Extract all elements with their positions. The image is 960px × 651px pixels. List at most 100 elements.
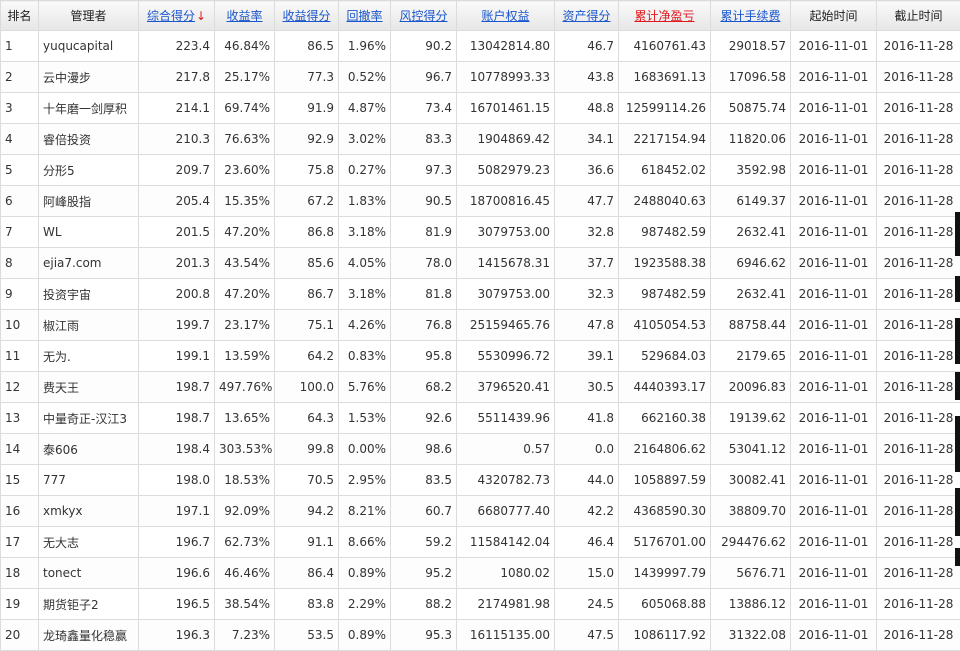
col-header-asset-score[interactable]: 资产得分 [555,1,619,31]
cell-fees: 19139.62 [711,403,791,434]
cell-end: 2016-11-28 [877,62,960,93]
cell-start: 2016-11-01 [791,558,877,589]
cell-drawdown: 0.00% [339,434,391,465]
col-header-rank: 排名 [1,1,39,31]
cell-fees: 2179.65 [711,341,791,372]
cell-total-score: 201.5 [139,217,215,248]
col-header-label: 排名 [7,9,31,23]
cell-drawdown: 4.26% [339,310,391,341]
cell-return-rate: 15.35% [215,186,275,217]
cell-end: 2016-11-28 [877,217,960,248]
table-row: 10椒江雨199.723.17%75.14.26%76.825159465.76… [1,310,960,341]
cell-equity: 2174981.98 [457,589,555,620]
cell-risk-score: 90.2 [391,31,457,62]
cell-return-rate: 47.20% [215,217,275,248]
col-header-label: 收益率 [226,9,262,23]
cell-end: 2016-11-28 [877,341,960,372]
cell-fees: 31322.08 [711,620,791,651]
cell-start: 2016-11-01 [791,155,877,186]
cell-drawdown: 8.66% [339,527,391,558]
cell-total-score: 196.3 [139,620,215,651]
col-header-drawdown[interactable]: 回撤率 [339,1,391,31]
col-header-return-score[interactable]: 收益得分 [275,1,339,31]
cell-drawdown: 1.96% [339,31,391,62]
cell-net-pnl: 4160761.43 [619,31,711,62]
cell-start: 2016-11-01 [791,496,877,527]
table-row: 4睿倍投资210.376.63%92.93.02%83.31904869.423… [1,124,960,155]
table-row: 3十年磨一剑厚积214.169.74%91.94.87%73.416701461… [1,93,960,124]
col-header-fees[interactable]: 累计手续费 [711,1,791,31]
cell-risk-score: 78.0 [391,248,457,279]
right-edge-clipped-content [954,0,960,648]
table-row: 16xmkyx197.192.09%94.28.21%60.76680777.4… [1,496,960,527]
cell-rank: 5 [1,155,39,186]
cell-rank: 13 [1,403,39,434]
cell-manager: 中量奇正-汉江3 [39,403,139,434]
cell-net-pnl: 605068.88 [619,589,711,620]
cell-start: 2016-11-01 [791,620,877,651]
cell-return-rate: 62.73% [215,527,275,558]
cell-equity: 5082979.23 [457,155,555,186]
sort-desc-arrow-icon: ↓ [196,9,206,23]
cell-return-rate: 23.17% [215,310,275,341]
cell-drawdown: 2.29% [339,589,391,620]
cell-risk-score: 81.8 [391,279,457,310]
table-row: 2云中漫步217.825.17%77.30.52%96.710778993.33… [1,62,960,93]
cell-equity: 1415678.31 [457,248,555,279]
table-row: 18tonect196.646.46%86.40.89%95.21080.021… [1,558,960,589]
cell-equity: 1080.02 [457,558,555,589]
col-header-start: 起始时间 [791,1,877,31]
col-header-label: 风控得分 [399,9,447,23]
cell-manager: 龙琦鑫量化稳赢 [39,620,139,651]
col-header-return-rate[interactable]: 收益率 [215,1,275,31]
col-header-total-score[interactable]: 综合得分↓ [139,1,215,31]
col-header-risk-score[interactable]: 风控得分 [391,1,457,31]
table-header: 排名管理者综合得分↓收益率收益得分回撤率风控得分账户权益资产得分累计净盈亏累计手… [1,1,960,31]
cell-rank: 2 [1,62,39,93]
cell-rank: 10 [1,310,39,341]
cell-manager: ejia7.com [39,248,139,279]
cell-fees: 17096.58 [711,62,791,93]
cell-end: 2016-11-28 [877,372,960,403]
cell-return-score: 99.8 [275,434,339,465]
cell-risk-score: 97.3 [391,155,457,186]
cell-return-score: 86.8 [275,217,339,248]
cell-rank: 17 [1,527,39,558]
cell-risk-score: 83.5 [391,465,457,496]
cell-end: 2016-11-28 [877,465,960,496]
cell-total-score: 200.8 [139,279,215,310]
cell-manager: 无为. [39,341,139,372]
cell-net-pnl: 2217154.94 [619,124,711,155]
cell-rank: 11 [1,341,39,372]
cell-equity: 25159465.76 [457,310,555,341]
cell-total-score: 197.1 [139,496,215,527]
table-row: 17无大志196.762.73%91.18.66%59.211584142.04… [1,527,960,558]
cell-net-pnl: 987482.59 [619,217,711,248]
cell-drawdown: 3.18% [339,279,391,310]
cell-rank: 6 [1,186,39,217]
cell-risk-score: 76.8 [391,310,457,341]
cell-return-rate: 46.84% [215,31,275,62]
cell-equity: 16701461.15 [457,93,555,124]
cell-net-pnl: 2488040.63 [619,186,711,217]
cell-manager: xmkyx [39,496,139,527]
cell-net-pnl: 529684.03 [619,341,711,372]
cell-asset-score: 0.0 [555,434,619,465]
cell-asset-score: 46.7 [555,31,619,62]
cell-start: 2016-11-01 [791,248,877,279]
cell-return-score: 83.8 [275,589,339,620]
cell-end: 2016-11-28 [877,589,960,620]
cell-risk-score: 81.9 [391,217,457,248]
cell-drawdown: 0.89% [339,558,391,589]
cell-start: 2016-11-01 [791,62,877,93]
col-header-equity[interactable]: 账户权益 [457,1,555,31]
cell-total-score: 198.4 [139,434,215,465]
cell-fees: 2632.41 [711,217,791,248]
cell-risk-score: 68.2 [391,372,457,403]
cell-return-score: 91.1 [275,527,339,558]
table-row: 11无为.199.113.59%64.20.83%95.85530996.723… [1,341,960,372]
cell-total-score: 214.1 [139,93,215,124]
cell-net-pnl: 5176701.00 [619,527,711,558]
col-header-net-pnl[interactable]: 累计净盈亏 [619,1,711,31]
cell-asset-score: 43.8 [555,62,619,93]
